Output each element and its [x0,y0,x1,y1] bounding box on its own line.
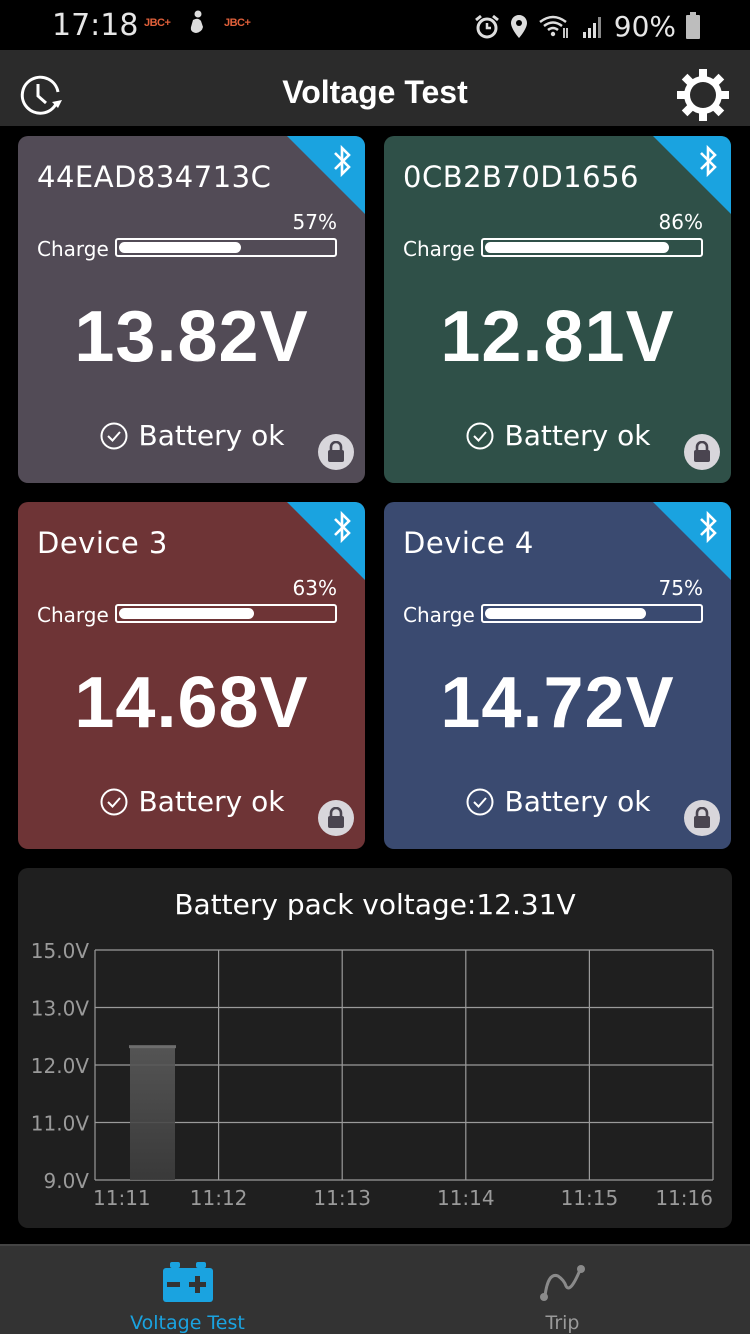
battery-status: Battery ok [384,419,731,452]
device-name: 44EAD834713C [37,160,272,194]
device-name: Device 4 [403,526,534,560]
device-voltage: 13.82V [74,297,309,377]
x-tick-label: 11:13 [313,1186,371,1210]
charge-progress-fill [119,242,241,253]
charge-label: Charge [403,603,475,627]
charge-label: Charge [403,237,475,261]
y-tick-label: 9.0V [44,1169,90,1193]
lock-button[interactable] [684,800,720,836]
signal-icon [582,16,601,38]
charge-percent: 75% [658,576,703,600]
page-title: Voltage Test [282,74,468,110]
charge-label: Charge [37,237,109,261]
battery-percent: 90% [613,10,676,43]
location-icon [510,14,527,38]
charge-label: Charge [37,603,109,627]
device-voltage: 14.72V [440,663,675,743]
status-icons: 90% [474,10,700,43]
device-card[interactable]: 44EAD834713C 57% Charge 13.82V Battery o… [18,136,365,483]
charge-progress-fill [119,608,254,619]
connection-badge [653,136,731,214]
charge-progress-fill [485,608,646,619]
device-name: Device 3 [37,526,168,560]
y-tick-label: 12.0V [31,1054,90,1078]
x-tick-label: 11:14 [437,1186,495,1210]
device-card[interactable]: 0CB2B70D1656 86% Charge 12.81V Battery o… [384,136,731,483]
battery-status: Battery ok [18,419,365,452]
charge-percent: 63% [292,576,337,600]
connection-badge [653,502,731,580]
x-tick-label: 11:15 [561,1186,619,1210]
bluetooth-icon [700,510,717,544]
notification-figure-icon [190,10,203,33]
y-tick-label: 11.0V [31,1112,90,1136]
status-text: Battery ok [138,785,285,818]
nav-tab-voltage-test[interactable]: Voltage Test [0,1246,375,1334]
trip-route-icon [539,1265,585,1301]
device-card[interactable]: Device 4 75% Charge 14.72V Battery ok [384,502,731,849]
alarm-icon [474,14,499,38]
lock-icon [694,807,710,828]
charge-percent: 86% [658,210,703,234]
bluetooth-icon [334,144,351,178]
device-card[interactable]: Device 3 63% Charge 14.68V Battery ok [18,502,365,849]
settings-button[interactable] [676,68,730,122]
device-voltage: 12.81V [440,297,675,377]
wifi-icon [539,15,568,38]
nav-label: Trip [545,1312,580,1334]
connection-badge [287,502,365,580]
status-text: Battery ok [504,419,651,452]
device-voltage: 14.68V [74,663,309,743]
lock-icon [694,441,710,462]
y-tick-label: 15.0V [31,939,90,963]
charge-progress-bar [115,238,337,257]
bottom-navigation: Voltage Test Trip [0,1244,750,1334]
lock-button[interactable] [684,434,720,470]
lock-icon [328,441,344,462]
check-circle-icon [466,788,494,815]
check-circle-icon [466,422,494,449]
chart-plot: 9.0V 11.0V 12.0V 13.0V 15.0V 11:11 11:12 11:13 1… [31,939,714,1210]
charge-percent: 57% [292,210,337,234]
app-bar: Voltage Test [0,50,750,126]
y-tick-label: 13.0V [31,997,90,1021]
check-circle-icon [100,788,128,815]
status-text: Battery ok [504,785,651,818]
battery-status: Battery ok [18,785,365,818]
check-circle-icon [100,422,128,449]
lock-icon [328,807,344,828]
notification-jbc-icon: JBC+ [224,17,251,29]
x-tick-label: 11:12 [190,1186,248,1210]
status-text: Battery ok [138,419,285,452]
chart-bar-cap [129,1045,176,1049]
status-time: 17:18 [52,8,139,43]
bluetooth-icon [700,144,717,178]
charge-progress-bar [481,238,703,257]
charge-progress-bar [481,604,703,623]
nav-label: Voltage Test [130,1312,245,1334]
bluetooth-icon [334,510,351,544]
device-name: 0CB2B70D1656 [403,160,639,194]
battery-icon [686,11,700,39]
battery-pack-chart: Battery pack voltage:12.31V 9.0V 11.0V 12.… [18,868,732,1228]
battery-status: Battery ok [384,785,731,818]
notification-jbc-icon: JBC+ [144,17,171,29]
charge-progress-bar [115,604,337,623]
x-tick-label: 11:16 [655,1186,713,1210]
chart-bar [130,1047,175,1180]
lock-button[interactable] [318,434,354,470]
status-bar: 17:18 JBC+ JBC+ 90% [0,0,750,50]
x-tick-label: 11:11 [93,1186,151,1210]
nav-tab-trip[interactable]: Trip [375,1246,750,1334]
charge-progress-fill [485,242,670,253]
connection-badge [287,136,365,214]
battery-icon [162,1262,213,1302]
lock-button[interactable] [318,800,354,836]
settings-gear-icon [677,69,729,121]
